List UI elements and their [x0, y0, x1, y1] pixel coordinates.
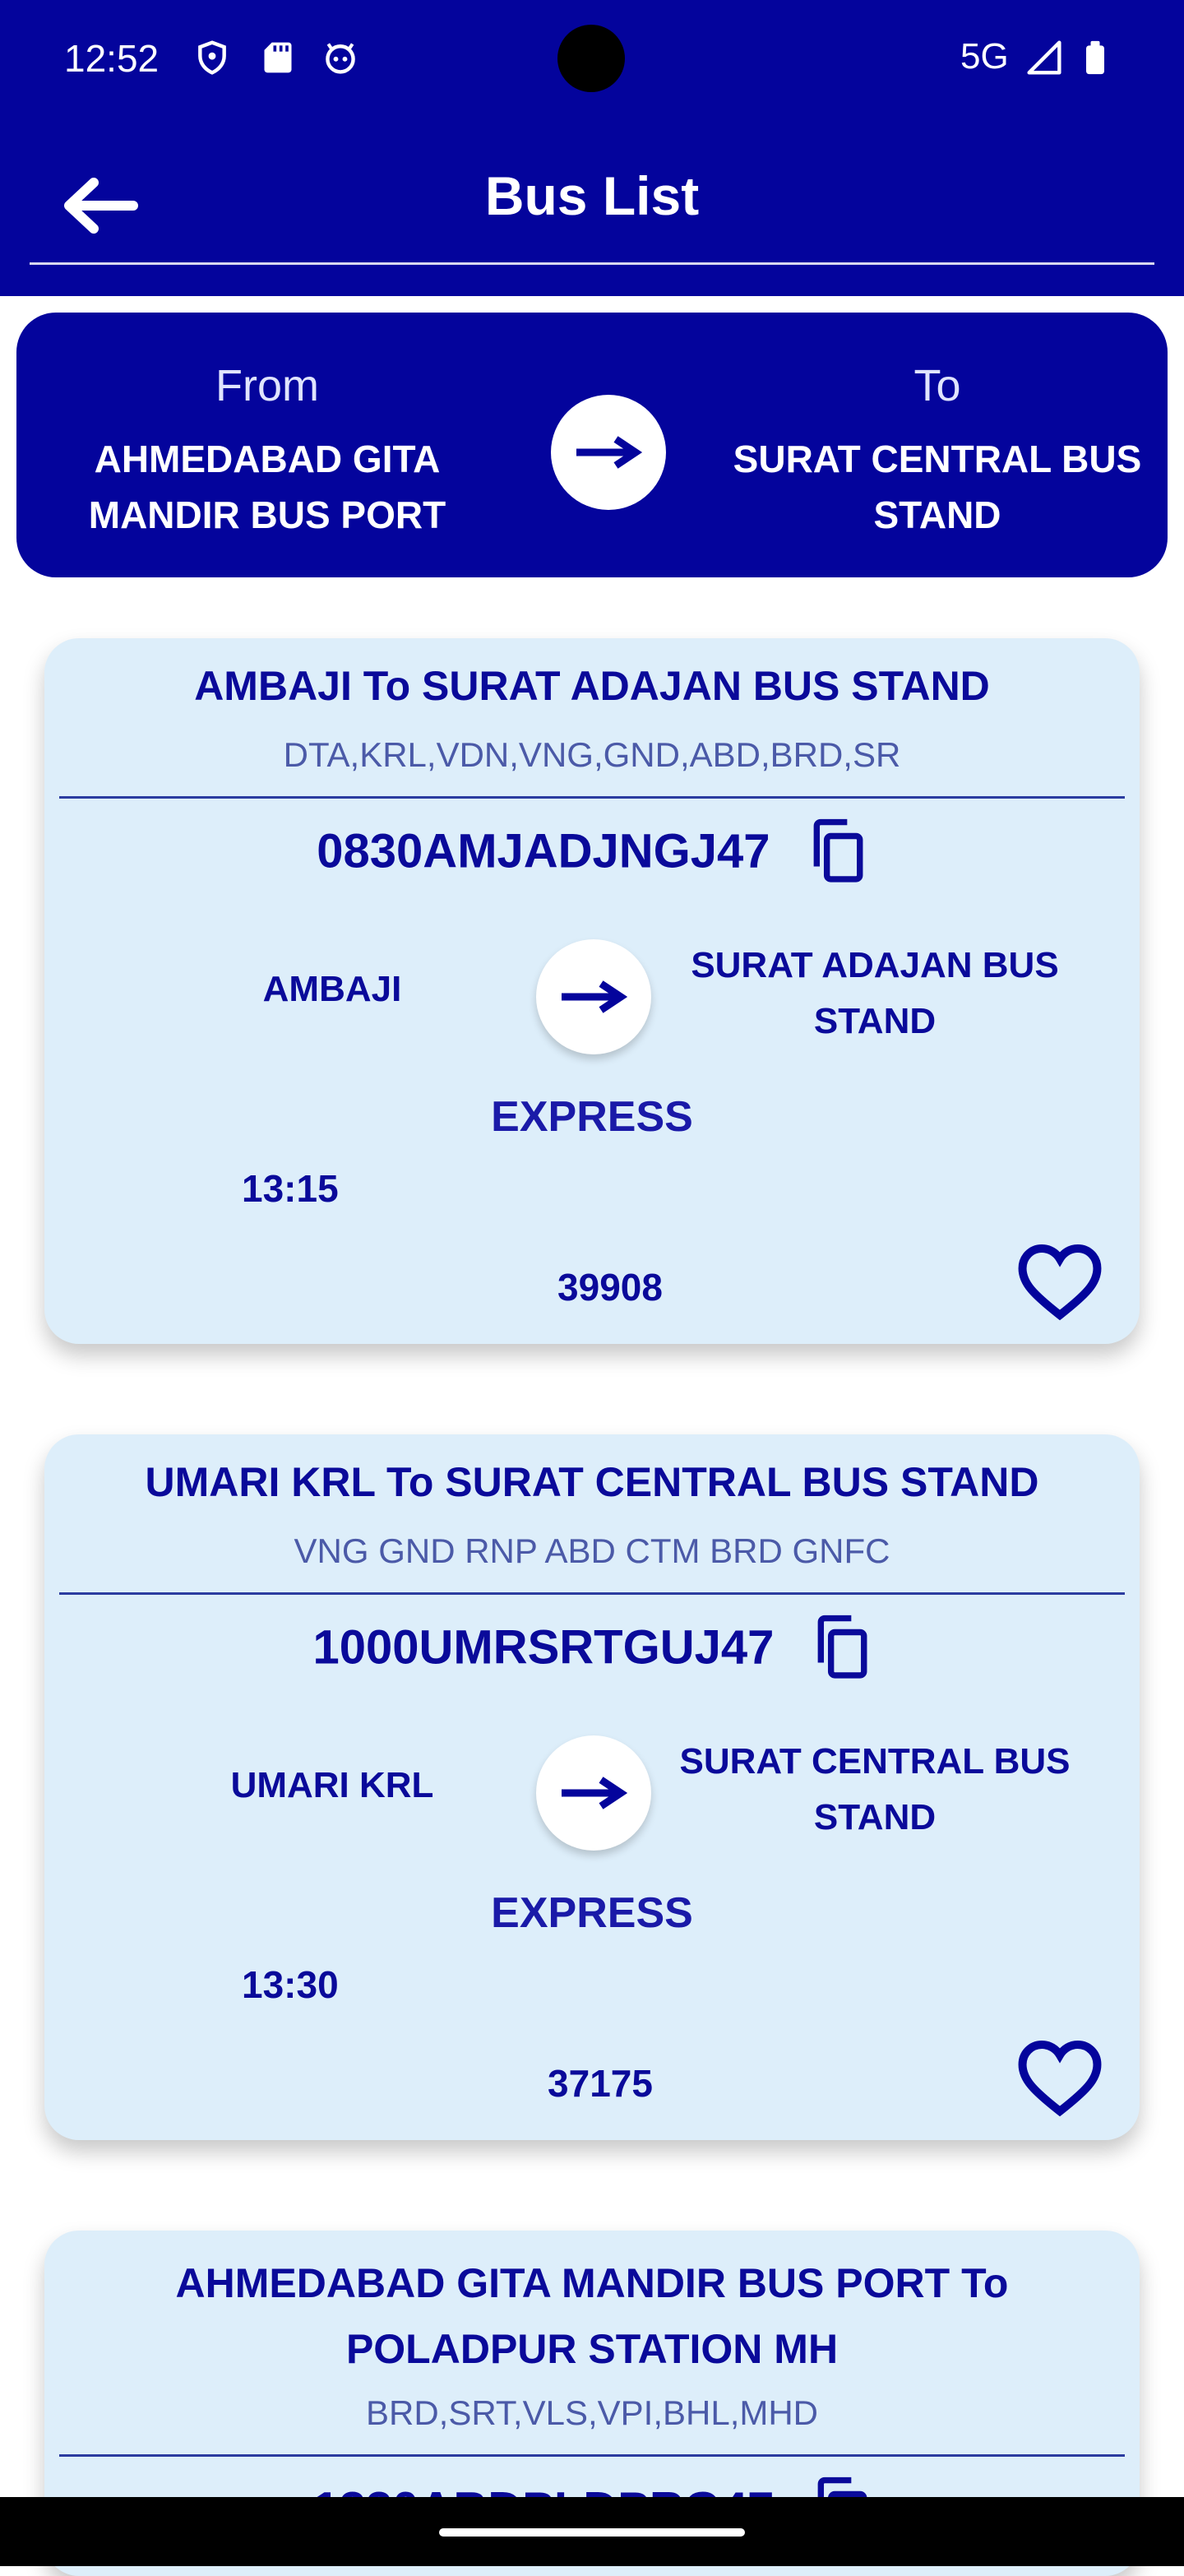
bus-destination: SURAT CENTRAL BUS STAND: [679, 1741, 1071, 1837]
bus-type: EXPRESS: [491, 1093, 693, 1141]
sd-card-icon: [264, 42, 292, 73]
arrow-right-icon: [576, 436, 643, 469]
card-divider: [59, 2454, 1125, 2457]
copy-icon[interactable]: [807, 818, 867, 885]
card-divider: [59, 1592, 1125, 1595]
bus-type: EXPRESS: [491, 1889, 693, 1937]
to-label: To: [913, 361, 961, 410]
bus-source: UMARI KRL: [230, 1765, 434, 1805]
home-gesture-pill[interactable]: [439, 2528, 745, 2537]
bus-route-title: UMARI KRL To SURAT CENTRAL BUS STAND: [145, 1459, 1039, 1505]
bus-departure-time: 13:15: [242, 1167, 339, 1210]
route-summary: From AHMEDABAD GITA MANDIR BUS PORT To S…: [16, 313, 1168, 577]
app-bar-divider: [30, 262, 1154, 265]
arrow-right-icon: [562, 1777, 628, 1809]
copy-icon[interactable]: [811, 1614, 872, 1681]
shield-icon: [198, 40, 226, 75]
signal-icon: [1027, 40, 1061, 75]
assistant-icon: [326, 43, 355, 74]
card-divider: [59, 796, 1125, 799]
bus-via-stops: DTA,KRL,VDN,VNG,GND,ABD,BRD,SR: [283, 735, 901, 774]
page-title: Bus List: [484, 165, 700, 226]
favorite-heart-icon[interactable]: [1015, 1240, 1105, 1323]
camera-cutout: [557, 25, 625, 92]
direction-arrow: [536, 1735, 651, 1851]
bus-number: 37175: [548, 2062, 653, 2105]
arrow-right-icon: [562, 980, 628, 1013]
network-type: 5G: [960, 36, 1009, 76]
bus-number: 39908: [557, 1266, 663, 1309]
bus-card[interactable]: AMBAJI To SURAT ADAJAN BUS STAND DTA,KRL…: [44, 638, 1140, 1344]
bus-source: AMBAJI: [262, 969, 402, 1009]
swap-route-button[interactable]: [551, 395, 666, 510]
status-time: 12:52: [64, 37, 160, 80]
top-app-bar: 12:52 5G Bus List: [0, 0, 1184, 296]
bus-via-stops: BRD,SRT,VLS,VPI,BHL,MHD: [365, 2393, 819, 2432]
favorite-heart-icon[interactable]: [1015, 2036, 1105, 2119]
direction-arrow: [536, 939, 651, 1054]
from-label: From: [215, 361, 319, 410]
battery-icon: [1086, 40, 1104, 75]
bus-route-title: AMBAJI To SURAT ADAJAN BUS STAND: [194, 663, 990, 709]
bus-code: 1000UMRSRTGUJ47: [312, 1620, 775, 1675]
status-bar: 12:52 5G: [0, 0, 1184, 123]
bus-code: 0830AMJADJNGJ47: [317, 824, 770, 878]
to-value: SURAT CENTRAL BUS STAND: [733, 438, 1142, 536]
bus-route-title: AHMEDABAD GITA MANDIR BUS PORT To POLADP…: [175, 2260, 1009, 2372]
bus-card[interactable]: UMARI KRL To SURAT CENTRAL BUS STAND VNG…: [44, 1434, 1140, 2140]
bus-via-stops: VNG GND RNP ABD CTM BRD GNFC: [294, 1531, 890, 1570]
bus-departure-time: 13:30: [242, 1963, 339, 2006]
from-value: AHMEDABAD GITA MANDIR BUS PORT: [88, 438, 446, 536]
bus-destination: SURAT ADAJAN BUS STAND: [691, 945, 1059, 1041]
bus-code-row: 0830AMJADJNGJ47: [44, 818, 1140, 885]
bus-code-row: 1000UMRSRTGUJ47: [44, 1614, 1140, 1681]
